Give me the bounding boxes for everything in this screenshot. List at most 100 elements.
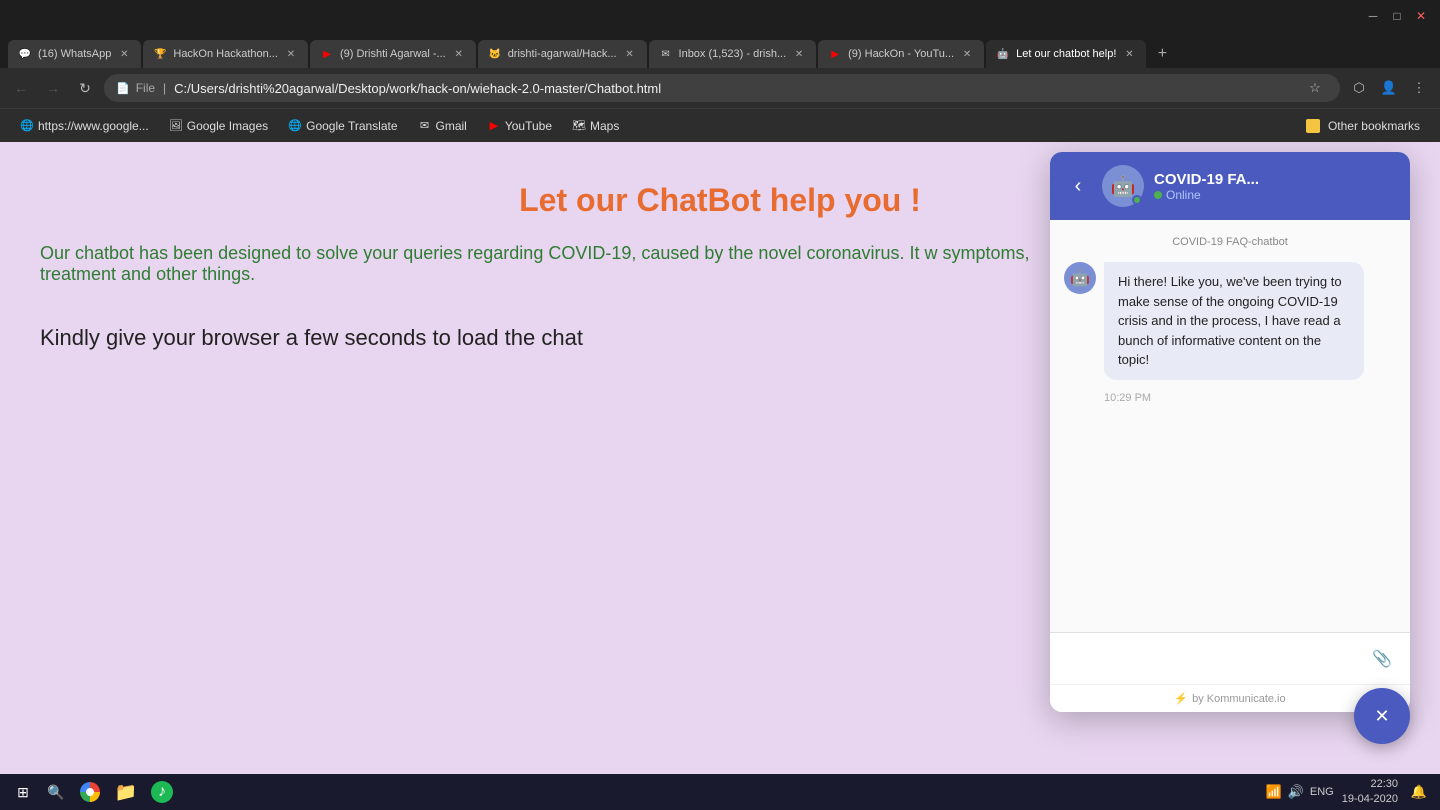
- chat-source-label: COVID-19 FAQ-chatbot: [1064, 236, 1396, 248]
- chatbot-fab-icon: ✕: [1374, 706, 1389, 727]
- profile-icon[interactable]: 👤: [1376, 75, 1402, 101]
- address-bar[interactable]: 📄 File | C:/Users/drishti%20agarwal/Desk…: [104, 74, 1340, 102]
- chat-bot-avatar-small: 🤖: [1064, 262, 1096, 294]
- chat-timestamp: 10:29 PM: [1104, 392, 1396, 404]
- chat-bubble: Hi there! Like you, we've been trying to…: [1104, 262, 1364, 380]
- tab-inbox[interactable]: ✉ Inbox (1,523) - drish... ✕: [649, 40, 817, 68]
- chatbot-header: ‹ 🤖 COVID-19 FA... Online: [1050, 152, 1410, 220]
- minimize-button[interactable]: ─: [1362, 5, 1384, 27]
- bookmark-youtube-label: YouTube: [505, 119, 552, 133]
- tab-close-chatbot[interactable]: ✕: [1122, 47, 1136, 61]
- youtube-bookmark-icon: ▶: [487, 119, 501, 133]
- inbox-favicon: ✉: [659, 47, 673, 61]
- other-bookmarks-button[interactable]: Other bookmarks: [1298, 116, 1428, 136]
- chatbot-name: COVID-19 FA...: [1154, 171, 1396, 188]
- chatbot-lightning-icon: ⚡: [1174, 692, 1188, 705]
- bookmark-images[interactable]: 🖼 Google Images: [161, 116, 276, 136]
- taskbar-search-icon: 🔍: [47, 784, 64, 801]
- tab-label-drishti: (9) Drishti Agarwal -...: [340, 48, 446, 60]
- title-bar: ─ □ ✕: [0, 0, 1440, 32]
- tab-close-whatsapp[interactable]: ✕: [117, 47, 131, 61]
- github-favicon: 🐱: [488, 47, 502, 61]
- bookmark-maps-label: Maps: [590, 119, 619, 133]
- tab-drishti[interactable]: ▶ (9) Drishti Agarwal -... ✕: [310, 40, 476, 68]
- spotify-icon: ♪: [151, 781, 173, 803]
- url-text: C:/Users/drishti%20agarwal/Desktop/work/…: [174, 81, 1296, 96]
- google-bookmark-icon: 🌐: [20, 119, 34, 133]
- file-protocol-icon: 📄: [116, 82, 130, 95]
- bookmark-translate[interactable]: 🌐 Google Translate: [280, 116, 405, 136]
- page-content: Let our ChatBot help you ! Our chatbot h…: [0, 142, 1440, 774]
- close-button[interactable]: ✕: [1410, 5, 1432, 27]
- chatbot-input[interactable]: [1064, 651, 1360, 666]
- bookmarks-bar: 🌐 https://www.google... 🖼 Google Images …: [0, 108, 1440, 142]
- back-button[interactable]: ←: [8, 75, 34, 101]
- tab-github[interactable]: 🐱 drishti-agarwal/Hack... ✕: [478, 40, 647, 68]
- new-tab-button[interactable]: +: [1148, 40, 1176, 68]
- taskbar-search-button[interactable]: 🔍: [42, 778, 70, 806]
- bookmark-gmail[interactable]: ✉ Gmail: [410, 116, 475, 136]
- chatbot-status: Online: [1154, 188, 1396, 202]
- tab-close-github[interactable]: ✕: [623, 47, 637, 61]
- chatbot-fab-button[interactable]: ✕: [1354, 688, 1410, 744]
- menu-icon[interactable]: ⋮: [1406, 75, 1432, 101]
- chatbot-messages: COVID-19 FAQ-chatbot 🤖 Hi there! Like yo…: [1050, 220, 1410, 632]
- other-bookmarks-icon: [1306, 119, 1320, 133]
- chatbot-input-area: 📎: [1050, 632, 1410, 684]
- taskbar-explorer-app[interactable]: 📁: [110, 776, 142, 808]
- navigation-toolbar: ← → ↻ 📄 File | C:/Users/drishti%20agarwa…: [0, 68, 1440, 108]
- chatbot-status-text: Online: [1166, 188, 1201, 202]
- hackon-favicon: 🏆: [153, 47, 167, 61]
- taskbar-clock[interactable]: 22:30 19-04-2020: [1342, 777, 1398, 808]
- maximize-button[interactable]: □: [1386, 5, 1408, 27]
- bookmark-maps[interactable]: 🗺 Maps: [564, 116, 627, 136]
- bookmark-google-label: https://www.google...: [38, 119, 149, 133]
- network-icon[interactable]: 📶: [1266, 784, 1282, 800]
- chatbot-favicon: 🤖: [996, 47, 1010, 61]
- notification-icon: 🔔: [1411, 784, 1427, 800]
- bookmark-youtube[interactable]: ▶ YouTube: [479, 116, 560, 136]
- bookmark-star-icon[interactable]: ☆: [1302, 75, 1328, 101]
- tab-chatbot[interactable]: 🤖 Let our chatbot help! ✕: [986, 40, 1146, 68]
- page-description: Our chatbot has been designed to solve y…: [40, 243, 1040, 285]
- tab-hackon[interactable]: 🏆 HackOn Hackathon... ✕: [143, 40, 308, 68]
- tab-close-drishti[interactable]: ✕: [452, 47, 466, 61]
- taskbar-spotify-app[interactable]: ♪: [146, 776, 178, 808]
- extensions-icon[interactable]: ⬡: [1346, 75, 1372, 101]
- reload-button[interactable]: ↻: [72, 75, 98, 101]
- hackon-yt-favicon: ▶: [828, 47, 842, 61]
- forward-button[interactable]: →: [40, 75, 66, 101]
- chatbot-widget: ‹ 🤖 COVID-19 FA... Online COVID-19 FAQ-c…: [1050, 152, 1410, 712]
- bookmark-google[interactable]: 🌐 https://www.google...: [12, 116, 157, 136]
- tab-whatsapp[interactable]: 💬 (16) WhatsApp ✕: [8, 40, 141, 68]
- tab-label-inbox: Inbox (1,523) - drish...: [679, 48, 787, 60]
- other-bookmarks-label: Other bookmarks: [1328, 119, 1420, 133]
- taskbar-time: 22:30: [1342, 777, 1398, 792]
- drishti-favicon: ▶: [320, 47, 334, 61]
- chatbot-back-button[interactable]: ‹: [1064, 172, 1092, 200]
- volume-icon[interactable]: 🔊: [1288, 784, 1304, 800]
- notification-center-button[interactable]: 🔔: [1406, 779, 1432, 805]
- tab-close-hackon[interactable]: ✕: [284, 47, 298, 61]
- protocol-label: File: [136, 81, 155, 95]
- chatbot-status-dot: [1154, 191, 1162, 199]
- tab-label-chatbot: Let our chatbot help!: [1016, 48, 1116, 60]
- start-icon: ⊞: [17, 784, 29, 801]
- chatbot-attach-button[interactable]: 📎: [1368, 645, 1396, 673]
- chatbot-info: COVID-19 FA... Online: [1154, 171, 1396, 202]
- chrome-icon: [80, 782, 100, 802]
- chatbot-online-indicator: [1132, 195, 1142, 205]
- taskbar-right: 📶 🔊 ENG 22:30 19-04-2020 🔔: [1266, 777, 1433, 808]
- taskbar-chrome-app[interactable]: [74, 776, 106, 808]
- attach-icon: 📎: [1372, 649, 1392, 669]
- tab-close-hackon-yt[interactable]: ✕: [960, 47, 974, 61]
- tab-label-hackon: HackOn Hackathon...: [173, 48, 278, 60]
- bookmark-translate-label: Google Translate: [306, 119, 397, 133]
- tab-close-inbox[interactable]: ✕: [792, 47, 806, 61]
- tab-hackon-yt[interactable]: ▶ (9) HackOn - YouTu... ✕: [818, 40, 984, 68]
- taskbar-date: 19-04-2020: [1342, 792, 1398, 807]
- chatbot-footer-text: by Kommunicate.io: [1192, 693, 1286, 705]
- whatsapp-favicon: 💬: [18, 47, 32, 61]
- tab-bar: 💬 (16) WhatsApp ✕ 🏆 HackOn Hackathon... …: [0, 32, 1440, 68]
- start-button[interactable]: ⊞: [8, 778, 38, 806]
